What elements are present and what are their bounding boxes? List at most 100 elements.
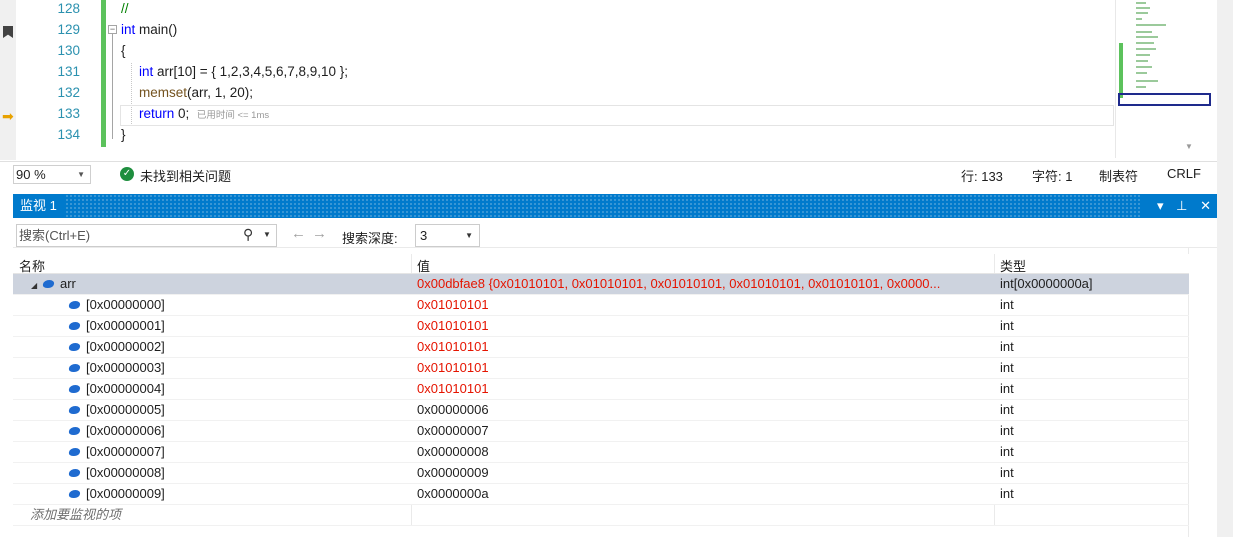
table-row[interactable]: [0x00000007] 0x00000008 int [13,442,1189,463]
code-line[interactable]: int main() [121,19,177,40]
expand-triangle-icon[interactable]: ◢ [31,276,43,296]
watch-value[interactable]: 0x01010101 [417,316,995,336]
code-line[interactable]: // [121,0,129,19]
column-separator[interactable] [411,254,412,273]
chevron-down-icon: ▼ [77,170,85,179]
search-input[interactable] [19,226,239,245]
watch-name-cell: [0x00000000] [13,295,411,315]
glyph-margin[interactable]: ➡ [0,0,16,160]
keyword: int [121,22,136,37]
table-row[interactable]: [0x00000005] 0x00000006 int [13,400,1189,421]
code-line[interactable]: { [121,40,126,61]
variable-icon [68,301,81,309]
watch-name: [0x00000000] [86,297,165,312]
column-header-type[interactable]: 类型 [1000,256,1026,275]
watch-value[interactable]: 0x01010101 [417,337,995,357]
table-row[interactable]: [0x00000001] 0x01010101 int [13,316,1189,337]
watch-type: int [1000,360,1014,375]
watch-name: [0x00000003] [86,360,165,375]
keyword: return [139,106,175,121]
minimap-change-bar [1119,43,1123,98]
minimap-viewport[interactable] [1118,93,1211,106]
search-depth-label: 搜索深度: [342,231,398,246]
code-editor[interactable]: ➡ − 128 129 130 131 132 133 134 // int m… [0,0,1217,160]
close-icon[interactable]: ✕ [1200,194,1211,218]
watch-value[interactable]: 0x00000009 [417,463,995,483]
watch-title: 监视 1 [13,194,65,218]
watch-type: int [1000,444,1014,459]
collapse-toggle[interactable]: − [108,25,117,34]
minimap-line [1136,12,1148,14]
watch-name: [0x00000006] [86,423,165,438]
watch-name: [0x00000005] [86,402,165,417]
column-header-value[interactable]: 值 [417,256,430,275]
watch-grid: 名称 值 类型 ◢ arr 0x00dbfae8 {0x01010101, 0x0… [13,254,1189,526]
watch-name-cell: [0x00000009] [13,484,411,504]
zoom-dropdown[interactable]: 90 % ▼ [13,165,91,184]
table-row[interactable]: ◢ arr 0x00dbfae8 {0x01010101, 0x01010101,… [13,274,1189,295]
watch-name: arr [60,276,76,291]
add-watch-placeholder[interactable]: 添加要监视的项 [30,505,121,525]
column-header-name[interactable]: 名称 [19,256,45,275]
code-line[interactable]: return 0; 已用时间 <= 1ms [139,103,269,126]
table-row[interactable]: [0x00000009] 0x0000000a int [13,484,1189,505]
column-separator [411,505,412,525]
line-number: 134 [57,127,80,142]
right-scroll-gutter[interactable] [1217,0,1233,537]
watch-value[interactable]: 0x00000008 [417,442,995,462]
watch-type: int [1000,402,1014,417]
table-row[interactable]: [0x00000004] 0x01010101 int [13,379,1189,400]
line-number: 128 [57,1,80,16]
add-watch-row[interactable]: 添加要监视的项 [13,505,1189,526]
minimap-line [1136,18,1142,20]
issues-status[interactable]: 未找到相关问题 [140,166,231,185]
eol-indicator[interactable]: CRLF [1167,166,1201,181]
table-row[interactable]: [0x00000008] 0x00000009 int [13,463,1189,484]
variable-icon [68,490,81,498]
window-menu-chevron-icon[interactable]: ▾ [1157,194,1164,218]
watch-value[interactable]: 0x01010101 [417,379,995,399]
search-depth-select[interactable]: 3 ▼ [415,224,480,247]
minimap-line [1136,31,1152,33]
table-row[interactable]: [0x00000006] 0x00000007 int [13,421,1189,442]
back-arrow-icon[interactable]: ← [291,225,306,242]
minimap[interactable] [1115,0,1212,158]
line-indicator[interactable]: 行: 133 [961,166,1003,185]
watch-value[interactable]: 0x00000006 [417,400,995,420]
perf-tip-elapsed[interactable]: 已用时间 <= 1ms [197,110,269,121]
watch-value[interactable]: 0x01010101 [417,295,995,315]
code-text: arr[10] = { 1,2,3,4,5,6,7,8,9,10 }; [153,64,349,79]
tabs-indicator[interactable]: 制表符 [1099,166,1138,185]
char-indicator[interactable]: 字符: 1 [1032,166,1072,185]
current-statement-arrow-icon[interactable]: ➡ [2,109,14,123]
table-row[interactable]: [0x00000003] 0x01010101 int [13,358,1189,379]
variable-icon [68,385,81,393]
line-number: 133 [57,106,80,121]
grid-header: 名称 值 类型 [13,254,1189,274]
bookmark-icon[interactable] [3,26,13,38]
watch-title-bar[interactable]: 监视 1 ▾ ⊥ ✕ [13,194,1217,218]
watch-toolbar: ⚲ ▼ ← → 搜索深度: 3 ▼ [13,218,1217,248]
search-depth-value: 3 [420,228,428,243]
variable-icon [68,343,81,351]
watch-value[interactable]: 0x00dbfae8 {0x01010101, 0x01010101, 0x01… [417,274,995,294]
pin-icon[interactable]: ⊥ [1176,194,1187,218]
watch-name-cell: [0x00000007] [13,442,411,462]
code-line[interactable]: memset(arr, 1, 20); [139,82,253,103]
table-row[interactable]: [0x00000002] 0x01010101 int [13,337,1189,358]
watch-value[interactable]: 0x0000000a [417,484,995,504]
code-line[interactable]: int arr[10] = { 1,2,3,4,5,6,7,8,9,10 }; [139,61,348,82]
variable-icon [68,469,81,477]
watch-value[interactable]: 0x01010101 [417,358,995,378]
minimap-line [1136,7,1150,9]
watch-value[interactable]: 0x00000007 [417,421,995,441]
code-line[interactable]: } [121,124,126,145]
scroll-down-icon[interactable]: ▼ [1185,142,1193,151]
check-circle-icon: ✓ [120,167,134,181]
search-icon[interactable]: ⚲ [243,226,253,243]
table-row[interactable]: [0x00000000] 0x01010101 int [13,295,1189,316]
variable-icon [68,448,81,456]
chevron-down-icon[interactable]: ▼ [263,230,271,239]
column-separator[interactable] [994,254,995,273]
forward-arrow-icon[interactable]: → [312,225,327,242]
